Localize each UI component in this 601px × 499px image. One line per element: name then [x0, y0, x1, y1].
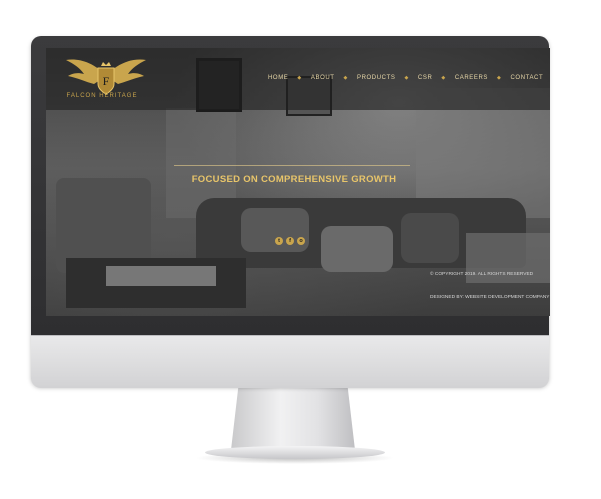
svg-text:F: F — [103, 74, 110, 88]
winged-crest-icon: F — [66, 59, 146, 95]
hero-title: FOCUSED ON COMPREHENSIVE GROWTH — [191, 174, 397, 185]
nav-careers[interactable]: CAREERS — [455, 75, 488, 81]
designer-credit[interactable]: DESIGNED BY: WEBSITE DEVELOPMENT COMPANY — [430, 295, 550, 300]
monitor-stand-base — [205, 446, 385, 459]
magazines — [106, 266, 216, 286]
nav-separator: ◆ — [343, 75, 348, 81]
monitor-chin — [31, 335, 549, 388]
nav-products[interactable]: PRODUCTS — [357, 75, 395, 81]
copyright-text: © COPYRIGHT 2019. ALL RIGHTS RESERVED — [430, 272, 534, 277]
facebook-icon[interactable]: f — [286, 237, 294, 245]
hero-divider — [174, 165, 410, 166]
social-links: t f o — [275, 237, 305, 245]
cushion — [401, 213, 459, 263]
instagram-icon[interactable]: o — [297, 237, 305, 245]
nav-about[interactable]: ABOUT — [311, 75, 335, 81]
nav-separator: ◆ — [497, 75, 502, 81]
nav-csr[interactable]: CSR — [418, 75, 432, 81]
nav-separator: ◆ — [404, 75, 409, 81]
main-nav: HOME ◆ ABOUT ◆ PRODUCTS ◆ CSR ◆ CAREERS … — [268, 75, 543, 81]
nav-separator: ◆ — [297, 75, 302, 81]
monitor-stand — [231, 386, 355, 450]
cushion — [241, 208, 309, 252]
twitter-icon[interactable]: t — [275, 237, 283, 245]
nav-home[interactable]: HOME — [268, 75, 288, 81]
cushion — [321, 226, 393, 272]
nav-contact[interactable]: CONTACT — [511, 75, 544, 81]
nav-separator: ◆ — [441, 75, 446, 81]
site-header: F FALCON HERITAGE HOME ◆ ABOUT ◆ PRODUCT… — [46, 48, 550, 110]
logo-text: FALCON HERITAGE — [66, 93, 138, 99]
website-screen: F FALCON HERITAGE HOME ◆ ABOUT ◆ PRODUCT… — [46, 48, 550, 316]
